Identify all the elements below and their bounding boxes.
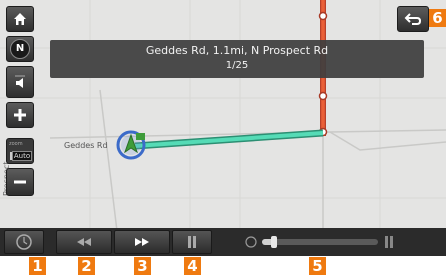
volume-icon bbox=[15, 75, 25, 88]
callout-3: 3 bbox=[134, 257, 151, 275]
guidance-banner[interactable]: Geddes Rd, 1.1mi, N Prospect Rd 1/25 bbox=[50, 40, 424, 78]
zoom-in-icon bbox=[14, 109, 26, 121]
voice-volume-button[interactable] bbox=[6, 66, 34, 98]
callout-4: 4 bbox=[184, 257, 201, 275]
callout-2: 2 bbox=[78, 257, 95, 275]
simulation-time-button[interactable] bbox=[4, 230, 44, 254]
back-arrow-icon bbox=[404, 13, 422, 25]
map-grid bbox=[0, 0, 446, 256]
auto-zoom-button[interactable]: zoom Auto bbox=[6, 138, 34, 164]
zoom-in-button[interactable] bbox=[6, 102, 34, 128]
rewind-button[interactable] bbox=[56, 230, 112, 254]
road-name-label: Geddes Rd bbox=[64, 141, 108, 150]
prospect-road bbox=[318, 0, 328, 256]
auto-zoom-label: Auto bbox=[12, 151, 32, 161]
callout-5: 5 bbox=[309, 257, 326, 275]
compass-label: N bbox=[15, 43, 25, 54]
back-button[interactable] bbox=[397, 6, 429, 32]
fast-forward-icon bbox=[135, 238, 149, 246]
rewind-icon bbox=[77, 238, 91, 246]
auto-zoom-icon: zoom bbox=[9, 141, 23, 147]
home-button[interactable] bbox=[6, 6, 34, 32]
fast-forward-button[interactable] bbox=[114, 230, 170, 254]
route-info-text: Geddes Rd, 1.1mi, N Prospect Rd bbox=[145, 44, 329, 57]
fast-speed-icon bbox=[385, 236, 393, 248]
slow-speed-icon bbox=[245, 236, 257, 248]
navigation-screen: Geddes Rd Prospect N zoom Auto Gedde bbox=[0, 0, 446, 256]
compass-icon: N bbox=[10, 39, 30, 59]
map-canvas[interactable] bbox=[0, 0, 446, 256]
zoom-out-button[interactable] bbox=[6, 168, 34, 196]
callout-6: 6 bbox=[429, 9, 446, 27]
zoom-out-icon bbox=[14, 180, 26, 184]
clock-icon bbox=[16, 234, 32, 250]
pause-icon bbox=[188, 236, 196, 248]
speed-slider-knob[interactable] bbox=[270, 236, 277, 248]
callout-1: 1 bbox=[29, 257, 46, 275]
speed-slider[interactable] bbox=[262, 236, 378, 248]
map-orientation-button[interactable]: N bbox=[6, 36, 34, 62]
home-icon bbox=[14, 13, 26, 25]
step-counter: 1/25 bbox=[225, 60, 249, 71]
current-position-marker bbox=[116, 130, 146, 160]
pause-button[interactable] bbox=[172, 230, 212, 254]
